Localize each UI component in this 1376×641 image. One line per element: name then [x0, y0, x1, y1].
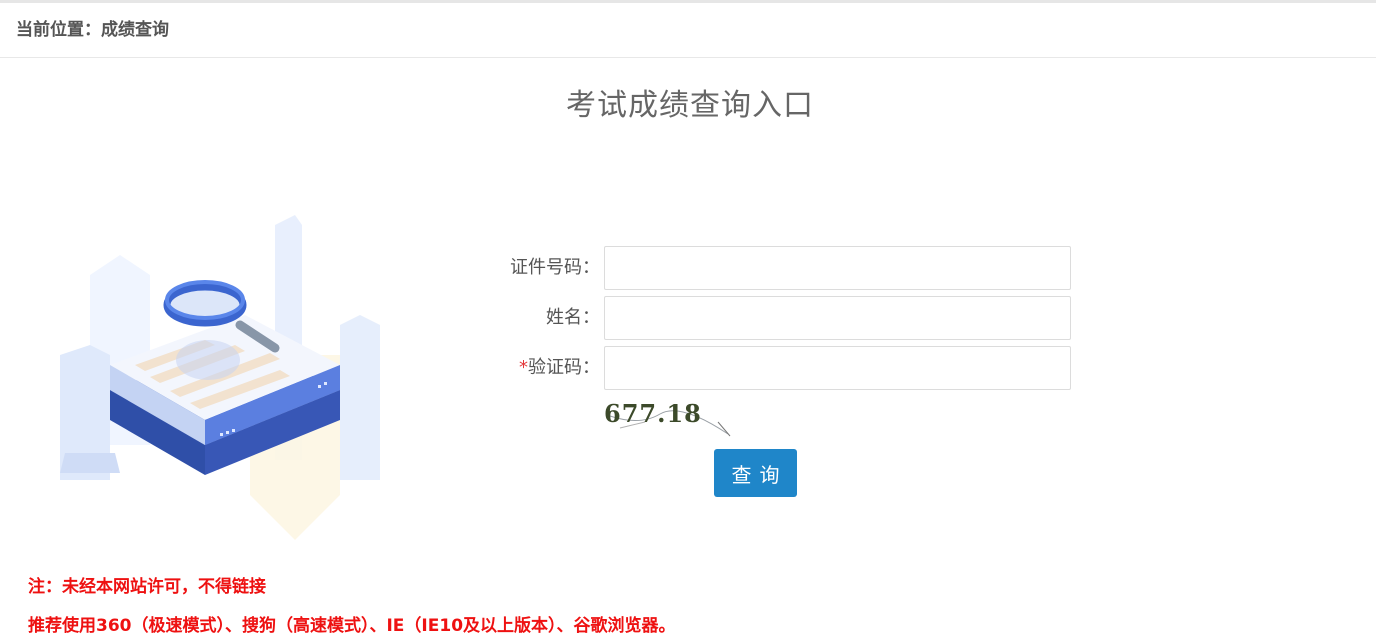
- captcha-input[interactable]: [604, 346, 1071, 390]
- query-button[interactable]: 查询: [714, 449, 797, 497]
- captcha-label-wrap: *验证码：: [460, 346, 600, 390]
- id-number-row: 证件号码：: [460, 246, 1080, 290]
- name-row: 姓名：: [460, 296, 1080, 340]
- notice-browser-recommendation: 推荐使用360（极速模式）、搜狗（高速模式）、IE（IE10及以上版本）、谷歌浏…: [28, 616, 676, 636]
- id-number-label: 证件号码：: [510, 257, 600, 278]
- required-mark: *: [519, 357, 528, 378]
- captcha-image[interactable]: 677.18: [600, 392, 735, 440]
- captcha-label: 验证码：: [528, 357, 600, 378]
- name-label: 姓名：: [546, 307, 600, 328]
- id-number-input[interactable]: [604, 246, 1071, 290]
- page-title: 考试成绩查询入口: [566, 88, 814, 123]
- captcha-text: 677.18: [604, 399, 702, 428]
- magnifier-search-illustration: [60, 215, 380, 540]
- name-input[interactable]: [604, 296, 1071, 340]
- captcha-row: *验证码：: [460, 346, 1080, 390]
- breadcrumb: 当前位置：成绩查询: [0, 3, 1376, 58]
- notice-link-restriction: 注：未经本网站许可，不得链接: [28, 577, 266, 597]
